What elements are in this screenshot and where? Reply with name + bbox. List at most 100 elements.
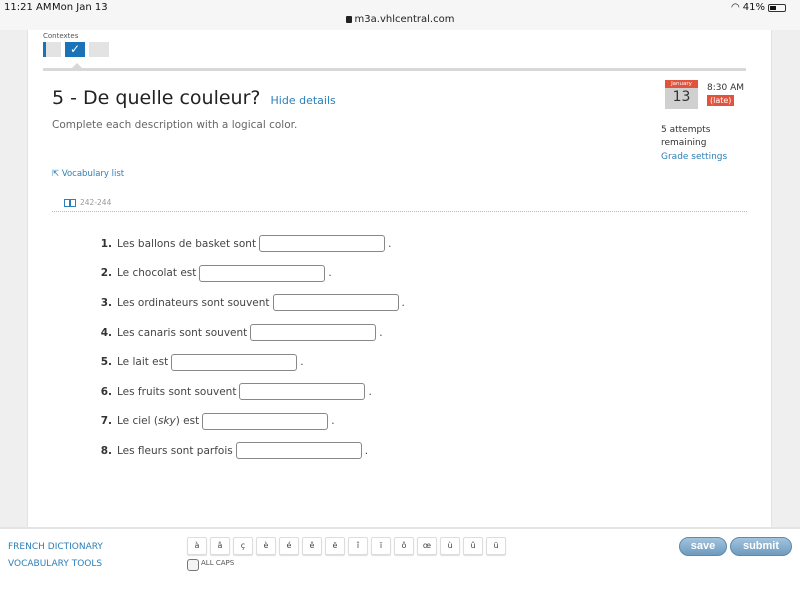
calendar-day: 13 — [672, 89, 691, 105]
period: . — [364, 444, 369, 457]
battery-percent: 41% — [742, 2, 765, 13]
question-item: 5. Le lait est. — [96, 347, 405, 377]
question-prompt: Le chocolat est — [117, 267, 197, 280]
accent-button[interactable]: â — [210, 537, 230, 555]
question-number: 1. — [100, 237, 112, 250]
question-number: 5. — [100, 356, 112, 369]
context-tabs: ✓ — [43, 42, 109, 57]
check-icon: ✓ — [69, 42, 81, 56]
period: . — [388, 237, 392, 250]
prompt-italic: sky — [157, 415, 176, 428]
activity-page: Contextes ✓ 5 - De quelle couleur? Hide … — [27, 30, 772, 527]
question-number: 6. — [100, 385, 112, 398]
book-icon — [64, 198, 76, 207]
question-item: 7. Le ciel (sky) est. — [96, 407, 405, 437]
question-number: 8. — [100, 444, 112, 457]
late-badge: (late) — [707, 95, 735, 106]
question-number: 7. — [100, 415, 112, 428]
question-prompt: Le lait est — [117, 356, 169, 369]
accent-button[interactable]: ô — [394, 537, 414, 555]
wifi-icon: ◠ — [731, 2, 740, 13]
question-item: 2. Le chocolat est. — [96, 259, 405, 289]
activity-title-row: 5 - De quelle couleur? Hide details — [52, 87, 336, 109]
accent-button[interactable]: é — [279, 537, 299, 555]
context-tab-3[interactable] — [89, 42, 109, 57]
grade-settings-link[interactable]: Grade settings — [661, 152, 727, 162]
page-range: 242-244 — [80, 198, 112, 207]
answer-input-1[interactable] — [259, 235, 386, 253]
status-indicators: ◠ 41% — [731, 2, 786, 13]
all-caps-checkbox[interactable] — [187, 559, 199, 571]
context-tab-1[interactable] — [43, 42, 61, 57]
vocabulary-tools-link[interactable]: VOCABULARY TOOLS — [8, 559, 102, 569]
period: . — [368, 385, 372, 398]
battery-icon — [768, 3, 786, 12]
question-item: 6. Les fruits sont souvent. — [96, 377, 405, 407]
status-date: Mon Jan 13 — [52, 2, 108, 13]
question-prompt: Les fleurs sont parfois — [117, 444, 233, 457]
context-tab-2[interactable]: ✓ — [65, 42, 85, 57]
status-time: 11:21 AM — [4, 2, 52, 13]
accent-character-buttons: àâçèéêëîïôœùûü — [187, 537, 506, 555]
answer-input-3[interactable] — [272, 294, 399, 312]
period: . — [401, 296, 405, 309]
divider — [52, 211, 747, 212]
answer-input-7[interactable] — [202, 412, 329, 430]
accent-button[interactable]: û — [463, 537, 483, 555]
accent-button[interactable]: è — [256, 537, 276, 555]
period: . — [328, 267, 332, 280]
prompt-text: Le ciel ( — [117, 415, 158, 428]
question-prompt: Les ballons de basket sont — [117, 237, 257, 250]
answer-input-5[interactable] — [171, 353, 298, 371]
period: . — [331, 415, 335, 428]
question-number: 2. — [100, 267, 112, 280]
question-prompt: Le ciel (sky) est — [117, 415, 199, 427]
accent-button[interactable]: ë — [325, 537, 345, 555]
period: . — [300, 356, 304, 369]
save-button[interactable]: save — [679, 537, 727, 556]
question-list: 1. Les ballons de basket sont. 2. Le choco… — [96, 229, 405, 466]
question-item: 1. Les ballons de basket sont. — [96, 229, 405, 259]
instructions: Complete each description with a logical… — [52, 119, 298, 131]
hide-details-link[interactable]: Hide details — [271, 94, 336, 107]
submit-button[interactable]: submit — [730, 537, 792, 556]
accent-button[interactable]: ï — [371, 537, 391, 555]
activity-title: 5 - De quelle couleur? — [52, 87, 261, 109]
footer-toolbar: FRENCH DICTIONARY VOCABULARY TOOLS àâçèé… — [0, 527, 800, 601]
question-prompt: Les fruits sont souvent — [117, 385, 237, 398]
accent-button[interactable]: ù — [440, 537, 460, 555]
textbook-reference[interactable]: 242-244 — [64, 198, 111, 207]
due-time: 8:30 AM — [707, 83, 744, 93]
answer-input-2[interactable] — [199, 264, 326, 282]
lock-icon — [345, 16, 352, 23]
question-item: 4. Les canaris sont souvent. — [96, 318, 405, 348]
accent-button[interactable]: ü — [486, 537, 506, 555]
calendar-icon: January 13 — [665, 80, 698, 109]
period: . — [379, 326, 383, 339]
accent-button[interactable]: ê — [302, 537, 322, 555]
french-dictionary-link[interactable]: FRENCH DICTIONARY — [8, 542, 103, 552]
action-buttons: save submit — [679, 537, 792, 556]
answer-input-6[interactable] — [239, 383, 366, 401]
answer-input-4[interactable] — [250, 324, 377, 342]
url-text: m3a.vhlcentral.com — [354, 14, 455, 25]
answer-input-8[interactable] — [235, 442, 362, 460]
prompt-text: ) est — [175, 415, 200, 428]
calendar-month: January — [665, 80, 698, 88]
question-number: 4. — [100, 326, 112, 339]
section-label: Contextes — [43, 32, 79, 40]
accent-button[interactable]: î — [348, 537, 368, 555]
all-caps-label: ALL CAPS — [201, 559, 235, 567]
url-bar[interactable]: m3a.vhlcentral.com — [0, 14, 800, 25]
accent-button[interactable]: œ — [417, 537, 437, 555]
question-prompt: Les ordinateurs sont souvent — [117, 296, 270, 309]
accent-button[interactable]: ç — [233, 537, 253, 555]
attempts-remaining: 5 attempts remaining — [661, 125, 711, 148]
accent-button[interactable]: à — [187, 537, 207, 555]
all-caps-toggle[interactable]: ALL CAPS — [187, 559, 234, 571]
context-divider — [43, 68, 746, 71]
question-item: 8. Les fleurs sont parfois. — [96, 436, 405, 466]
question-number: 3. — [100, 296, 112, 309]
question-prompt: Les canaris sont souvent — [117, 326, 248, 339]
vocabulary-list-link[interactable]: ⇱ Vocabulary list — [52, 169, 124, 179]
